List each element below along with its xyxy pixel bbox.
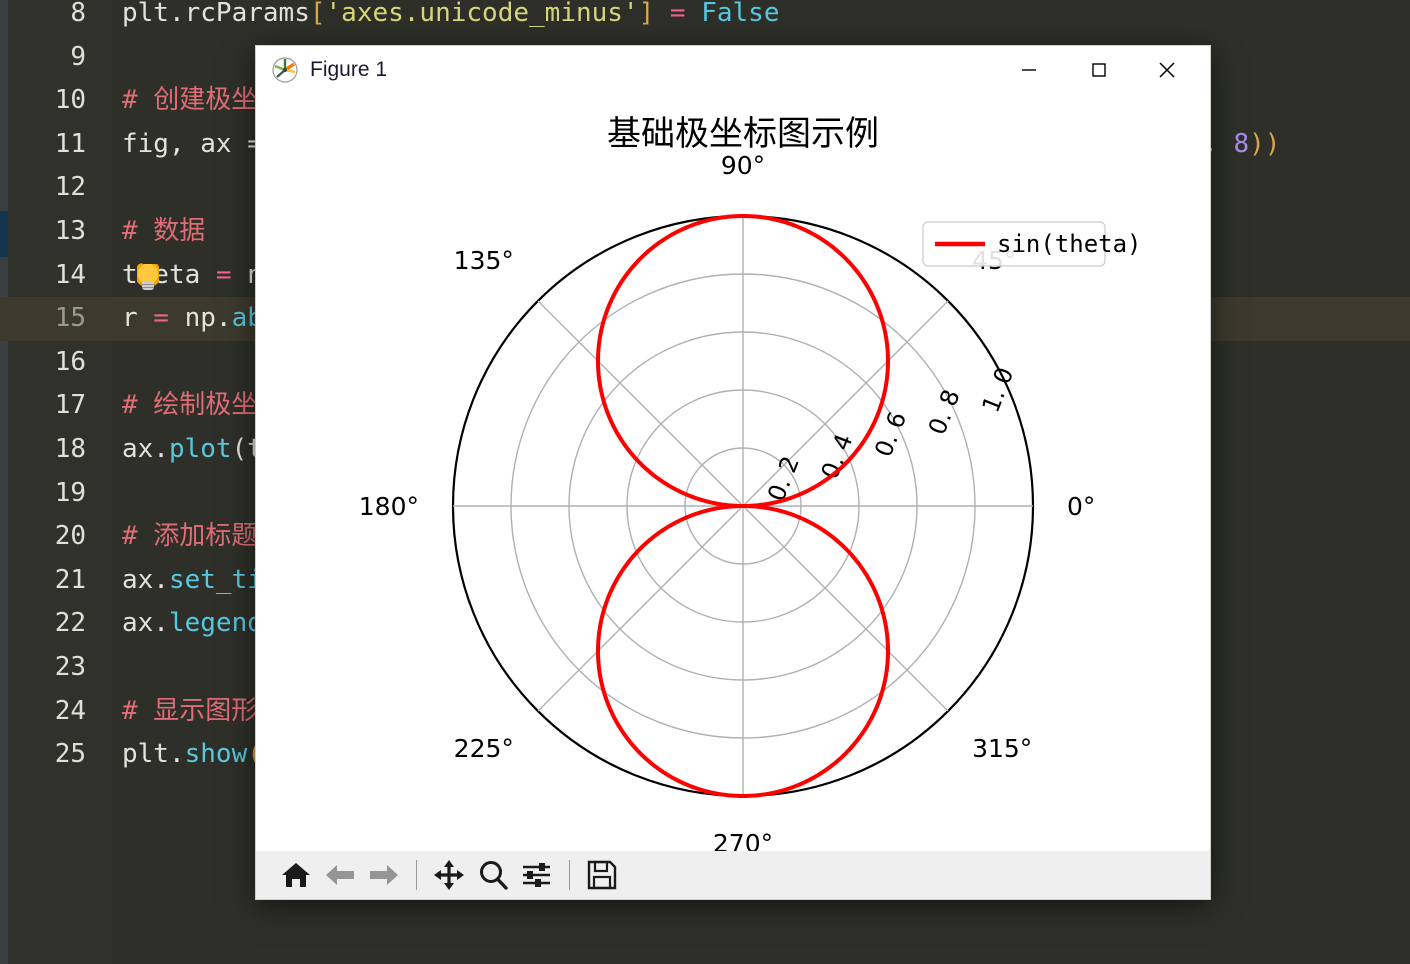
editor-line-number: 25 xyxy=(54,739,86,770)
editor-line-number: 17 xyxy=(54,390,86,421)
pan-move-icon[interactable] xyxy=(427,853,471,897)
editor-line-number: 20 xyxy=(54,521,86,552)
matplotlib-icon xyxy=(272,56,298,83)
editor-line-number: 15 xyxy=(54,303,86,334)
legend-label: sin(theta) xyxy=(997,230,1142,258)
editor-line-number: 9 xyxy=(70,41,86,72)
editor-line-number: 19 xyxy=(54,477,86,508)
figure-window: Figure 1 基础极坐标图示例0°45°90°135°180°225°270… xyxy=(255,45,1211,900)
polar-theta-tick-label: 225° xyxy=(454,734,514,763)
editor-line-number: 10 xyxy=(54,85,86,116)
matplotlib-toolbar xyxy=(256,851,1210,899)
editor-line-number: 24 xyxy=(54,695,86,726)
editor-line-number: 23 xyxy=(54,652,86,682)
editor-line-row[interactable]: 8 plt.rcParams['axes.unicode_minus'] = Fa… xyxy=(0,0,1410,36)
editor-line-number: 12 xyxy=(54,172,86,203)
zoom-magnifier-icon[interactable] xyxy=(471,853,515,897)
save-floppy-icon[interactable] xyxy=(580,853,624,897)
forward-arrow-icon[interactable] xyxy=(362,853,406,897)
editor-line-number: 14 xyxy=(54,259,86,290)
editor-code-line: # 数据 xyxy=(122,216,206,246)
figure-canvas[interactable]: 基础极坐标图示例0°45°90°135°180°225°270°315°0. 2… xyxy=(256,93,1210,851)
editor-line-number: 8 xyxy=(70,0,86,28)
editor-line-number: 11 xyxy=(54,128,86,159)
editor-line-number: 13 xyxy=(54,216,86,246)
window-maximize-button[interactable] xyxy=(1070,46,1128,93)
toolbar-divider-1 xyxy=(416,860,417,890)
editor-code-line: plt.rcParams['axes.unicode_minus'] = Fal… xyxy=(122,0,780,28)
polar-theta-tick-label: 180° xyxy=(359,492,419,521)
window-close-button[interactable] xyxy=(1138,46,1196,93)
window-title: Figure 1 xyxy=(310,57,388,81)
window-minimize-button[interactable] xyxy=(1000,46,1058,93)
polar-plot: 基础极坐标图示例0°45°90°135°180°225°270°315°0. 2… xyxy=(256,93,1210,851)
polar-theta-tick-label: 315° xyxy=(972,734,1032,763)
editor-code-line: # 显示图形 xyxy=(122,695,258,726)
editor-line-number: 21 xyxy=(54,564,86,595)
lightbulb-hint-icon[interactable] xyxy=(137,263,159,290)
home-icon[interactable] xyxy=(274,853,318,897)
editor-line-number: 16 xyxy=(54,346,86,377)
configure-subplots-icon[interactable] xyxy=(515,853,559,897)
polar-theta-tick-label: 90° xyxy=(721,151,765,180)
polar-theta-tick-label: 0° xyxy=(1067,492,1095,521)
chart-title: 基础极坐标图示例 xyxy=(607,114,879,154)
polar-theta-tick-label: 270° xyxy=(713,829,773,851)
toolbar-divider-2 xyxy=(569,860,570,890)
back-arrow-icon[interactable] xyxy=(318,853,362,897)
editor-line-number: 18 xyxy=(54,434,86,464)
polar-theta-tick-label: 135° xyxy=(454,246,514,275)
editor-line-number: 22 xyxy=(54,608,86,639)
window-titlebar[interactable]: Figure 1 xyxy=(256,46,1210,93)
